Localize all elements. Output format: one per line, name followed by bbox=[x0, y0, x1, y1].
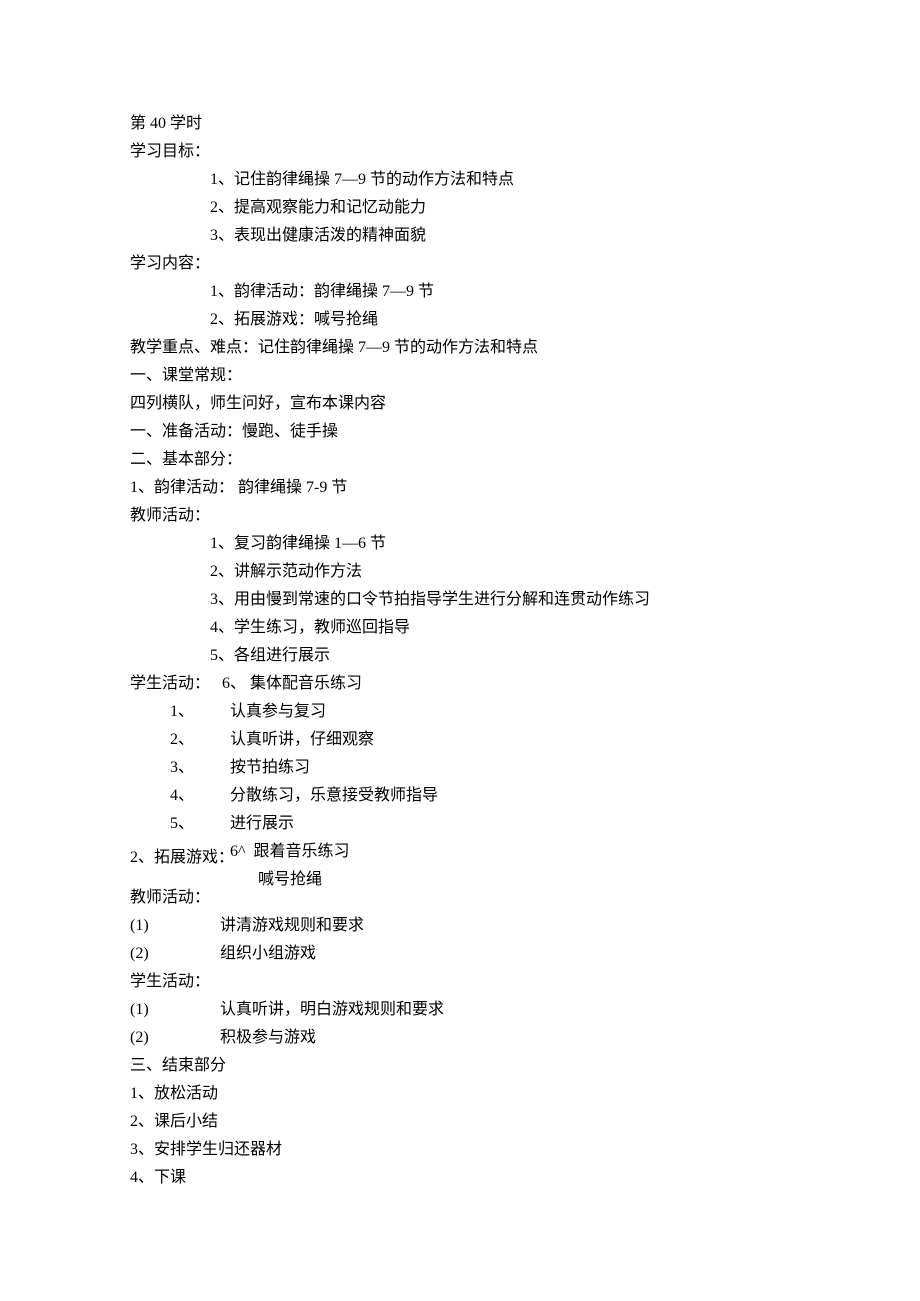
teacher-item-num: 6、 bbox=[222, 675, 246, 692]
teacher2-heading: 教师活动： bbox=[130, 884, 790, 912]
section1-title: 1、韵律活动： 韵律绳操 7-9 节 bbox=[130, 474, 790, 502]
student-item: 5、 进行展示 bbox=[130, 810, 790, 838]
routine-heading: 一、课堂常规： bbox=[130, 362, 790, 390]
teacher2-item-text: 组织小组游戏 bbox=[220, 940, 790, 968]
student-item: 3、 按节拍练习 bbox=[130, 754, 790, 782]
content-item: 2、拓展游戏：喊号抢绳 bbox=[130, 306, 790, 334]
teacher-item: 5、各组进行展示 bbox=[130, 642, 790, 670]
student-item-num: 4、 bbox=[130, 782, 230, 810]
student-item-num: 5、 bbox=[130, 810, 230, 838]
ending-heading: 三、结束部分 bbox=[130, 1052, 790, 1080]
teacher-item: 1、复习韵律绳操 1—6 节 bbox=[130, 530, 790, 558]
student-item-num: 3、 bbox=[130, 754, 230, 782]
routine-line: 四列横队，师生问好，宣布本课内容 bbox=[130, 390, 790, 418]
student-heading-row: 学生活动： 6、 集体配音乐练习 bbox=[130, 670, 790, 698]
game-label: 2、拓展游戏： bbox=[130, 844, 234, 872]
objective-item: 2、提高观察能力和记忆动能力 bbox=[130, 194, 790, 222]
student-item-num: 1、 bbox=[130, 698, 230, 726]
objectives-heading: 学习目标： bbox=[130, 138, 790, 166]
student-six-text: 跟着音乐练习 bbox=[246, 838, 350, 866]
lesson-title: 第 40 学时 bbox=[130, 110, 790, 138]
student-item: 4、 分散练习，乐意接受教师指导 bbox=[130, 782, 790, 810]
student-item-num: 2、 bbox=[130, 726, 230, 754]
teacher-item: 3、用由慢到常速的口令节拍指导学生进行分解和连贯动作练习 bbox=[130, 586, 790, 614]
content-heading: 学习内容： bbox=[130, 250, 790, 278]
student-item-text: 认真听讲，仔细观察 bbox=[230, 726, 374, 754]
content-item: 1、韵律活动：韵律绳操 7—9 节 bbox=[130, 278, 790, 306]
student2-heading: 学生活动： bbox=[130, 968, 790, 996]
student-item: 1、 认真参与复习 bbox=[130, 698, 790, 726]
objective-item: 1、记住韵律绳操 7—9 节的动作方法和特点 bbox=[130, 166, 790, 194]
teacher-item: 4、学生练习，教师巡回指导 bbox=[130, 614, 790, 642]
objective-item: 3、表现出健康活泼的精神面貌 bbox=[130, 222, 790, 250]
student2-item-num: (2) bbox=[130, 1024, 220, 1052]
ending-item: 3、安排学生归还器材 bbox=[130, 1136, 790, 1164]
teacher-item: 2、讲解示范动作方法 bbox=[130, 558, 790, 586]
student-item-text: 进行展示 bbox=[230, 810, 294, 838]
student-item-text: 认真参与复习 bbox=[230, 698, 326, 726]
ending-item: 2、课后小结 bbox=[130, 1108, 790, 1136]
teacher-heading: 教师活动： bbox=[130, 502, 790, 530]
ending-item: 4、下课 bbox=[130, 1164, 790, 1192]
student-heading: 学生活动： bbox=[130, 670, 210, 698]
student2-item-num: (1) bbox=[130, 996, 220, 1024]
main-heading: 二、基本部分： bbox=[130, 446, 790, 474]
teacher2-item-num: (2) bbox=[130, 940, 220, 968]
teacher2-item: (1) 讲清游戏规则和要求 bbox=[130, 912, 790, 940]
teacher2-item-num: (1) bbox=[130, 912, 220, 940]
teacher-item-text: 集体配音乐练习 bbox=[250, 675, 362, 692]
student2-item: (1) 认真听讲，明白游戏规则和要求 bbox=[130, 996, 790, 1024]
teacher2-item-text: 讲清游戏规则和要求 bbox=[220, 912, 790, 940]
game-name: 喊号抢绳 bbox=[258, 866, 322, 894]
teacher2-item: (2) 组织小组游戏 bbox=[130, 940, 790, 968]
student2-item: (2) 积极参与游戏 bbox=[130, 1024, 790, 1052]
student2-item-text: 认真听讲，明白游戏规则和要求 bbox=[220, 996, 790, 1024]
key-point: 教学重点、难点：记住韵律绳操 7—9 节的动作方法和特点 bbox=[130, 334, 790, 362]
student-item-text: 分散练习，乐意接受教师指导 bbox=[230, 782, 438, 810]
ending-item: 1、放松活动 bbox=[130, 1080, 790, 1108]
student-item-text: 按节拍练习 bbox=[230, 754, 310, 782]
student2-item-text: 积极参与游戏 bbox=[220, 1024, 790, 1052]
prep-heading: 一、准备活动：慢跑、徒手操 bbox=[130, 418, 790, 446]
student-item: 2、 认真听讲，仔细观察 bbox=[130, 726, 790, 754]
